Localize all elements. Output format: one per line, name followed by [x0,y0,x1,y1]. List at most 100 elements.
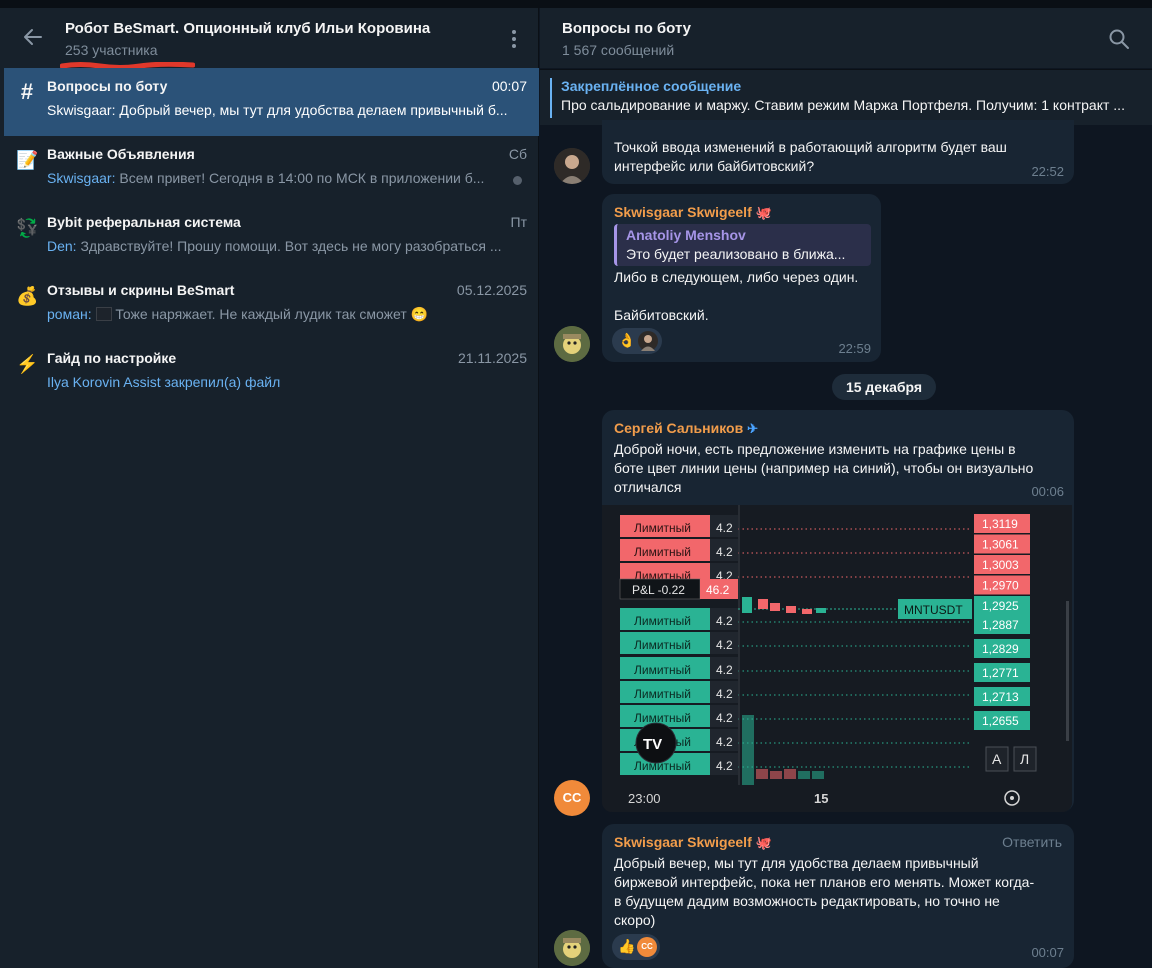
topic-item-bybit-referral[interactable]: 💱 Bybit реферальная система Пт Den: Здра… [4,204,539,272]
pnl-value: 46.2 [706,583,730,597]
plane-badge-icon: ✈ [747,421,758,436]
message-text: скоро) [614,912,656,928]
message-text: отличался [614,479,682,495]
chat-title[interactable]: Вопросы по боту [562,20,691,37]
octopus-badge-icon: 🐙 [755,835,772,850]
time-label: 15 [814,791,828,806]
candle [786,606,796,613]
topic-preview: Ilya Korovin Assist закрепил(а) файл [47,374,527,390]
volume-bar [812,771,824,779]
hashtag-icon: # [20,79,34,104]
topic-item-setup-guide[interactable]: ⚡ Гайд по настройке 21.11.2025 Ilya Koro… [4,340,539,408]
reaction-chip[interactable]: 👍 СС [612,934,660,960]
current-price: 1,2925 [982,599,1019,613]
photo-thumbnail-icon [95,307,112,321]
topic-preview: Skwisgaar: Добрый вечер, мы тут для удоб… [47,102,527,118]
preview-service-text: Ilya Korovin Assist закрепил(а) файл [47,374,281,390]
message-text: Доброй ночи, есть предложение изменить н… [614,441,1016,457]
reply-button[interactable]: Ответить [1002,834,1062,850]
preview-author: Skwisgaar: [47,170,116,186]
search-icon[interactable] [1108,28,1130,50]
a-button-label: А [992,751,1002,767]
group-title[interactable]: Робот BeSmart. Опционный клуб Ильи Коров… [65,20,430,37]
limit-label: Лимитный [634,687,691,701]
bid-price: 1,2771 [982,666,1019,680]
reaction-chip[interactable]: 👌 [612,328,662,354]
preview-text: Тоже наряжает. Не каждый лудик так сможе… [111,306,429,322]
settings-hex-center [1010,796,1014,800]
limit-label: Лимитный [634,614,691,628]
l-button-label: Л [1020,751,1029,767]
bid-price: 1,2887 [982,618,1019,632]
back-arrow-icon[interactable] [22,26,44,48]
preview-text: Всем привет! Сегодня в 14:00 по МСК в пр… [115,170,485,186]
candle [758,599,768,609]
candle [742,597,752,613]
author-name[interactable]: Skwisgaar Skwigeelf [614,834,752,850]
message-time: 22:59 [838,341,871,356]
topic-preview: роман: Тоже наряжает. Не каждый лудик та… [47,306,527,323]
chat-header: Вопросы по боту 1 567 сообщений [540,8,1152,68]
chat-message-count: 1 567 сообщений [562,42,675,58]
message-time: 00:07 [1031,945,1064,960]
ask-price: 1,3061 [982,538,1019,552]
bid-price: 1,2655 [982,714,1019,728]
size-label: 4.2 [716,638,733,652]
group-header: Робот BeSmart. Опционный клуб Ильи Коров… [0,8,539,70]
lightning-icon: ⚡ [16,354,39,374]
message-text: Либо в следующем, либо через один. [614,269,859,285]
avatar[interactable] [554,326,590,362]
topic-item-reviews[interactable]: 💰 Отзывы и скрины BeSmart 05.12.2025 ром… [4,272,539,340]
size-label: 4.2 [716,545,733,559]
limit-label: Лимитный [634,638,691,652]
size-label: 4.2 [716,687,733,701]
muted-unread-dot [513,176,522,185]
bid-price: 1,2829 [982,642,1019,656]
scrollbar [1066,601,1069,741]
quote-author: Anatoliy Menshov [626,227,746,243]
author-name[interactable]: Skwisgaar Skwigeelf [614,204,752,220]
reply-quote[interactable]: Anatoliy Menshov Это будет реализовано в… [614,224,871,266]
ok-hand-icon: 👌 [618,332,636,348]
topic-preview: Skwisgaar: Всем привет! Сегодня в 14:00 … [47,170,502,186]
topic-title: Отзывы и скрины BeSmart [47,282,235,298]
pinned-indicator [550,78,552,118]
message-bubble[interactable]: Skwisgaar Skwigeelf 🐙 Ответить Добрый ве… [602,824,1074,968]
limit-label: Лимитный [634,545,691,559]
chat-panel: Вопросы по боту 1 567 сообщений Закреплё… [540,8,1152,968]
avatar[interactable] [554,148,590,184]
preview-text: Добрый вечер, мы тут для удобства делаем… [115,102,508,118]
message-text: Точкой ввода изменений в работающий алго… [614,139,1007,155]
message-bubble[interactable]: Точкой ввода изменений в работающий алго… [602,120,1074,184]
preview-text: Здравствуйте! Прошу помощи. Вот здесь не… [76,238,502,254]
message-text: Добрый вечер, мы тут для удобства делаем… [614,855,979,871]
limit-label: Лимитный [634,663,691,677]
more-options-icon[interactable] [505,28,523,50]
limit-label: Лимитный [634,521,691,535]
symbol-label: MNTUSDT [904,603,963,617]
message-text: боте цвет линии цены (например на синий)… [614,460,1034,476]
memo-icon: 📝 [16,150,39,170]
size-label: 4.2 [716,759,733,773]
message-text: в будущем дадим возможность редактироват… [614,893,1000,909]
message-bubble[interactable]: Skwisgaar Skwigeelf 🐙 Anatoliy Menshov Э… [602,194,881,362]
currency-exchange-icon: 💱 [16,218,39,238]
topic-item-announcements[interactable]: 📝 Важные Объявления Сб Skwisgaar: Всем п… [4,136,539,204]
tradingview-logo-text: TV [643,736,662,753]
chart-screenshot-image[interactable]: Лимитный 4.2 Лимитный 4.2 Лимитный 4.2 P&L -0.… [602,505,1072,812]
pinned-title: Закреплённое сообщение [561,78,742,94]
reactor-avatar: СС [637,937,657,957]
avatar[interactable] [554,930,590,966]
candle [770,603,780,611]
pinned-message-bar[interactable]: Закреплённое сообщение Про сальдирование… [540,69,1152,125]
size-label: 4.2 [716,614,733,628]
topic-item-bot-questions[interactable]: # Вопросы по боту 00:07 Skwisgaar: Добры… [4,68,539,136]
message-author: Сергей Сальников ✈ [614,420,758,437]
avatar[interactable]: СС [554,780,590,816]
user-photo-icon [554,148,590,184]
topic-time: 00:07 [491,78,527,94]
author-name[interactable]: Сергей Сальников [614,420,743,436]
candle [802,609,812,614]
quote-text: Это будет реализовано в ближа... [626,246,846,262]
preview-author: Den: [47,238,77,254]
